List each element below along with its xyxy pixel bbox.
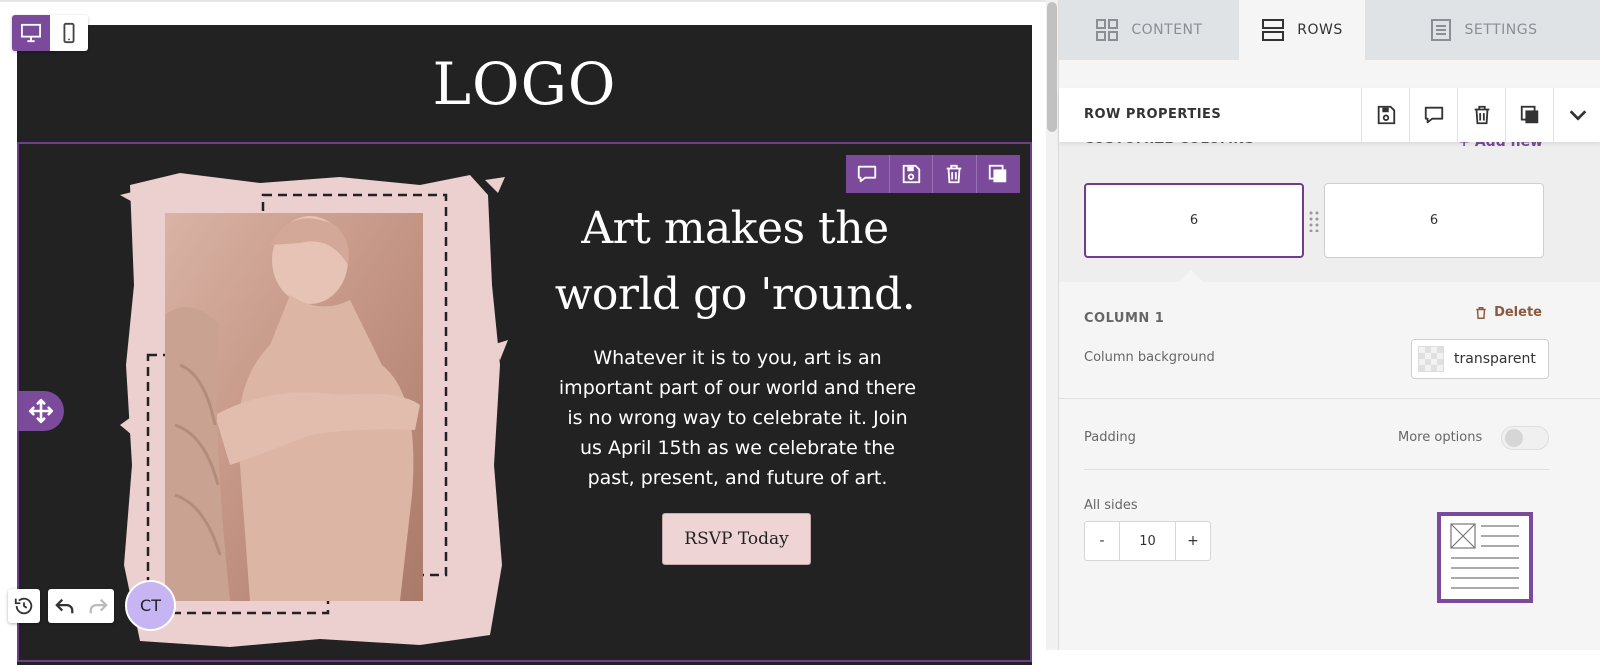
column-background-picker[interactable]: transparent	[1411, 339, 1549, 379]
save-icon[interactable]	[890, 155, 933, 193]
tab-content[interactable]: CONTENT	[1059, 0, 1239, 60]
tab-settings-label: SETTINGS	[1464, 22, 1538, 38]
logo-text[interactable]: LOGO	[17, 25, 1032, 143]
increment-button[interactable]: +	[1176, 522, 1210, 560]
more-options-label: More options	[1398, 430, 1483, 445]
toggle-knob	[1505, 429, 1523, 447]
history-icon[interactable]	[8, 589, 40, 623]
divider	[1059, 398, 1600, 399]
transparent-swatch	[1418, 346, 1444, 372]
undo-redo-group	[48, 589, 114, 623]
comment-icon[interactable]	[1409, 88, 1457, 142]
column-title: COLUMN 1	[1084, 311, 1165, 326]
column-1-box[interactable]: 6	[1084, 183, 1304, 258]
panel-title: ROW PROPERTIES	[1084, 107, 1222, 122]
duplicate-icon[interactable]	[1505, 88, 1553, 142]
decrement-button[interactable]: -	[1085, 522, 1119, 560]
padding-label: Padding	[1084, 430, 1136, 445]
row-properties-header: ROW PROPERTIES	[1059, 88, 1600, 142]
body-paragraph[interactable]: Whatever it is to you, art is an importa…	[555, 343, 920, 493]
delete-column-button[interactable]: Delete	[1474, 305, 1542, 320]
tab-content-label: CONTENT	[1131, 22, 1203, 38]
save-icon[interactable]	[1361, 88, 1409, 142]
grid-icon	[1096, 19, 1119, 41]
editor-canvas: LOGO Art makes the world go 'round. What…	[0, 0, 1058, 665]
delete-label: Delete	[1494, 305, 1542, 320]
comment-icon[interactable]	[846, 155, 890, 193]
chevron-down-icon[interactable]	[1553, 88, 1600, 142]
mobile-icon[interactable]	[50, 15, 88, 51]
rsvp-button[interactable]: RSVP Today	[662, 513, 811, 565]
trash-icon	[1476, 306, 1486, 319]
tab-rows-label: ROWS	[1297, 22, 1343, 38]
headline-text[interactable]: Art makes the world go 'round.	[540, 196, 930, 328]
properties-panel: CONTENT ROWS SETTINGS CUSTOMIZE COLUMNS …	[1058, 0, 1600, 650]
all-sides-label: All sides	[1084, 498, 1138, 513]
device-toggle	[12, 15, 88, 51]
column-resize-handle[interactable]	[1309, 210, 1319, 233]
column-2-box[interactable]: 6	[1324, 183, 1544, 258]
padding-preview-icon	[1437, 512, 1533, 603]
scrollbar-thumb[interactable]	[1047, 2, 1057, 132]
move-icon[interactable]	[17, 391, 64, 431]
tab-settings[interactable]: SETTINGS	[1365, 0, 1600, 60]
padding-value-input[interactable]: 10	[1119, 522, 1176, 560]
tab-rows[interactable]: ROWS	[1239, 0, 1365, 60]
settings-icon	[1430, 19, 1451, 41]
customize-columns-section: CUSTOMIZE COLUMNS + Add new 6 6	[1059, 130, 1600, 282]
duplicate-icon[interactable]	[977, 155, 1021, 193]
padding-stepper: - 10 +	[1084, 521, 1211, 561]
trash-icon[interactable]	[933, 155, 977, 193]
redo-icon[interactable]	[81, 589, 114, 623]
panel-tabs: CONTENT ROWS SETTINGS	[1059, 0, 1600, 60]
canvas-top-divider	[0, 0, 1058, 2]
canvas-scrollbar[interactable]	[1046, 0, 1058, 650]
panel-actions	[1361, 88, 1600, 142]
column-background-value: transparent	[1454, 351, 1536, 367]
desktop-icon[interactable]	[12, 15, 50, 51]
column-pointer	[1179, 270, 1203, 282]
trash-icon[interactable]	[1457, 88, 1505, 142]
rows-icon	[1262, 19, 1285, 41]
row-toolbar	[846, 155, 1020, 193]
undo-icon[interactable]	[48, 589, 81, 623]
divider	[1084, 469, 1549, 470]
more-options-toggle[interactable]	[1501, 426, 1549, 450]
column-background-label: Column background	[1084, 350, 1215, 365]
avatar[interactable]: CT	[125, 580, 176, 631]
